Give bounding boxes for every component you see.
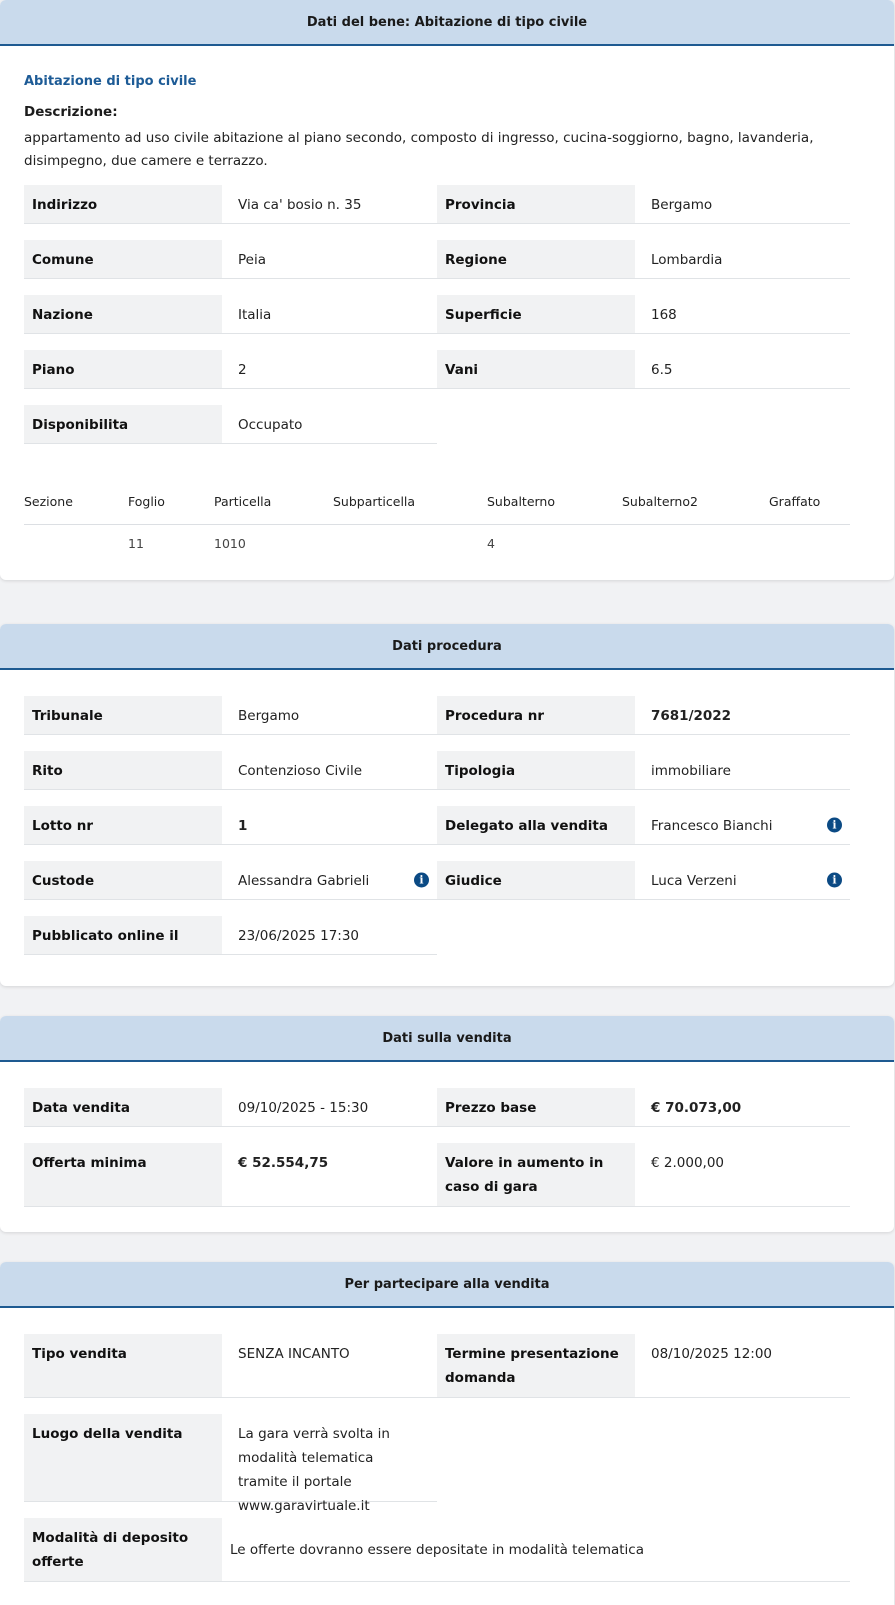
value-termine: 08/10/2025 12:00: [635, 1334, 850, 1398]
catasto-cell-particella: 1010: [214, 536, 246, 551]
value-lotto-nr: 1: [222, 806, 437, 845]
card-header-dati-procedura: Dati procedura: [0, 624, 894, 670]
value-custode: Alessandra Gabrieli: [238, 873, 370, 889]
label-tipo-vendita: Tipo vendita: [24, 1334, 222, 1398]
label-superficie: Superficie: [437, 295, 635, 334]
value-delegato-cell: Francesco Bianchi i: [635, 806, 850, 845]
label-custode: Custode: [24, 861, 222, 900]
catasto-cell-foglio: 11: [128, 536, 144, 551]
value-data-vendita: 09/10/2025 - 15:30: [222, 1088, 437, 1127]
label-procedura-nr: Procedura nr: [437, 696, 635, 735]
card-dati-vendita: Dati sulla vendita Data vendita 09/10/20…: [0, 1016, 894, 1232]
catasto-divider: [24, 524, 850, 525]
label-tribunale: Tribunale: [24, 696, 222, 735]
value-superficie: 168: [635, 295, 850, 334]
card-partecipare: Per partecipare alla vendita Tipo vendit…: [0, 1262, 894, 1605]
value-indirizzo: Via ca' bosio n. 35: [222, 185, 437, 224]
label-lotto-nr: Lotto nr: [24, 806, 222, 845]
label-nazione: Nazione: [24, 295, 222, 334]
label-vani: Vani: [437, 350, 635, 389]
value-tipo-vendita: SENZA INCANTO: [222, 1334, 437, 1398]
descrizione-label: Descrizione:: [24, 104, 118, 120]
value-tribunale: Bergamo: [222, 696, 437, 735]
label-offerta-minima: Offerta minima: [24, 1143, 222, 1207]
label-rito: Rito: [24, 751, 222, 790]
value-pubblicato: 23/06/2025 17:30: [222, 916, 437, 955]
label-pubblicato: Pubblicato online il: [24, 916, 222, 955]
catasto-header-foglio: Foglio: [128, 494, 165, 509]
value-prezzo-base: € 70.073,00: [635, 1088, 850, 1127]
descrizione-text: appartamento ad uso civile abitazione al…: [24, 130, 814, 169]
label-giudice: Giudice: [437, 861, 635, 900]
value-custode-cell: Alessandra Gabrieli i: [222, 861, 437, 900]
value-piano: 2: [222, 350, 437, 389]
catasto-header-subparticella: Subparticella: [333, 494, 416, 509]
catasto-header-particella: Particella: [214, 494, 272, 509]
label-luogo: Luogo della vendita: [24, 1414, 222, 1502]
label-provincia: Provincia: [437, 185, 635, 224]
info-icon[interactable]: i: [827, 872, 842, 888]
label-delegato: Delegato alla vendita: [437, 806, 635, 845]
label-modalita: Modalità di deposito offerte: [24, 1518, 222, 1582]
value-rito: Contenzioso Civile: [222, 751, 437, 790]
card-header-dati-vendita: Dati sulla vendita: [0, 1016, 894, 1062]
value-provincia: Bergamo: [635, 185, 850, 224]
card-dati-bene: Dati del bene: Abitazione di tipo civile…: [0, 0, 894, 580]
label-regione: Regione: [437, 240, 635, 279]
card-dati-procedura: Dati procedura Tribunale Bergamo Procedu…: [0, 624, 894, 986]
catasto-header-subalterno: Subalterno: [487, 494, 556, 509]
bene-subtitle: Abitazione di tipo civile: [24, 74, 197, 89]
value-modalita: Le offerte dovranno essere depositate in…: [222, 1518, 850, 1582]
label-data-vendita: Data vendita: [24, 1088, 222, 1127]
value-vani: 6.5: [635, 350, 850, 389]
value-delegato: Francesco Bianchi: [651, 818, 773, 834]
catasto-header-graffato: Graffato: [769, 494, 821, 509]
value-regione: Lombardia: [635, 240, 850, 279]
label-prezzo-base: Prezzo base: [437, 1088, 635, 1127]
value-giudice: Luca Verzeni: [651, 873, 737, 889]
value-disponibilita: Occupato: [222, 405, 437, 444]
value-giudice-cell: Luca Verzeni i: [635, 861, 850, 900]
value-luogo: La gara verrà svolta in modalità telemat…: [222, 1414, 437, 1514]
info-icon[interactable]: i: [827, 817, 842, 833]
value-tipologia: immobiliare: [635, 751, 850, 790]
value-offerta-minima: € 52.554,75: [222, 1143, 437, 1207]
catasto-header-sezione: Sezione: [24, 494, 73, 509]
value-nazione: Italia: [222, 295, 437, 334]
label-piano: Piano: [24, 350, 222, 389]
value-procedura-nr: 7681/2022: [635, 696, 850, 735]
catasto-cell-subalterno: 4: [487, 536, 495, 551]
card-header-partecipare: Per partecipare alla vendita: [0, 1262, 894, 1308]
label-tipologia: Tipologia: [437, 751, 635, 790]
label-disponibilita: Disponibilita: [24, 405, 222, 444]
value-comune: Peia: [222, 240, 437, 279]
info-icon[interactable]: i: [414, 872, 429, 888]
label-comune: Comune: [24, 240, 222, 279]
catasto-header-subalterno2: Subalterno2: [622, 494, 698, 509]
value-valore-aumento: € 2.000,00: [635, 1143, 850, 1207]
label-indirizzo: Indirizzo: [24, 185, 222, 224]
card-header-dati-bene: Dati del bene: Abitazione di tipo civile: [0, 0, 894, 46]
label-termine: Termine presentazione domanda: [437, 1334, 635, 1398]
label-valore-aumento: Valore in aumento in caso di gara: [437, 1143, 635, 1207]
